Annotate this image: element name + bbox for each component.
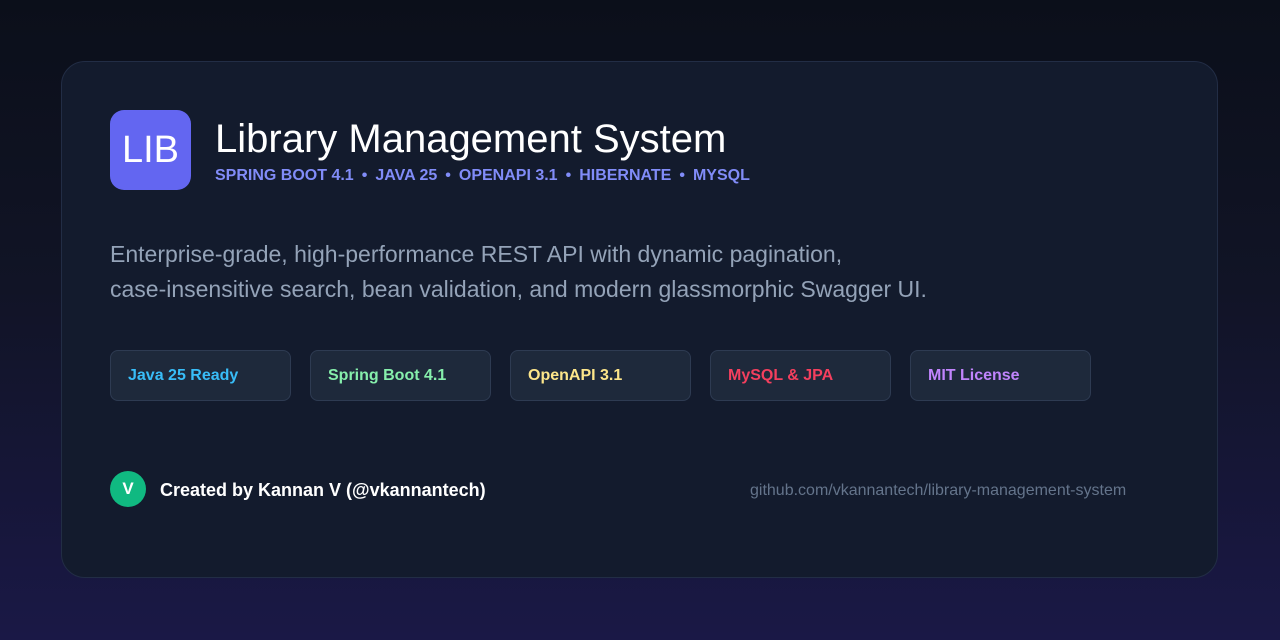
stack-item-spring-boot: SPRING BOOT 4.1 [215,167,354,184]
badge-openapi: OpenAPI 3.1 [510,350,691,401]
stack-separator: • [445,167,451,184]
stack-item-openapi: OPENAPI 3.1 [458,167,558,184]
tech-stack-line: SPRING BOOT 4.1 • JAVA 25 • OPENAPI 3.1 • HIBE… [215,166,750,186]
stack-separator: • [679,167,685,184]
badge-mysql-jpa: MySQL & JPA [710,350,891,401]
repo-link[interactable]: github.com/vkannantech/library-managemen… [750,481,1126,501]
badge-java: Java 25 Ready [110,350,291,401]
creator-credit: Created by Kannan V (@vkannantech) [160,480,486,500]
description-line-1: Enterprise-grade, high-performance REST … [110,241,843,267]
stack-item-java: JAVA 25 [375,167,438,184]
project-description: Enterprise-grade, high-performance REST … [110,237,927,307]
feature-badges: Java 25 Ready Spring Boot 4.1 OpenAPI 3.… [110,350,1091,401]
project-card: LIB Library Management System SPRING BOO… [61,61,1218,578]
avatar: V [110,471,146,507]
badge-spring-boot: Spring Boot 4.1 [310,350,491,401]
project-logo: LIB [110,110,191,190]
badge-license: MIT License [910,350,1091,401]
stack-separator: • [565,167,572,184]
stack-separator: • [361,167,368,184]
stack-item-mysql: MYSQL [692,167,750,184]
description-line-2: case-insensitive search, bean validation… [110,276,927,302]
stack-item-hibernate: HIBERNATE [579,167,672,184]
project-title: Library Management System [215,117,727,161]
